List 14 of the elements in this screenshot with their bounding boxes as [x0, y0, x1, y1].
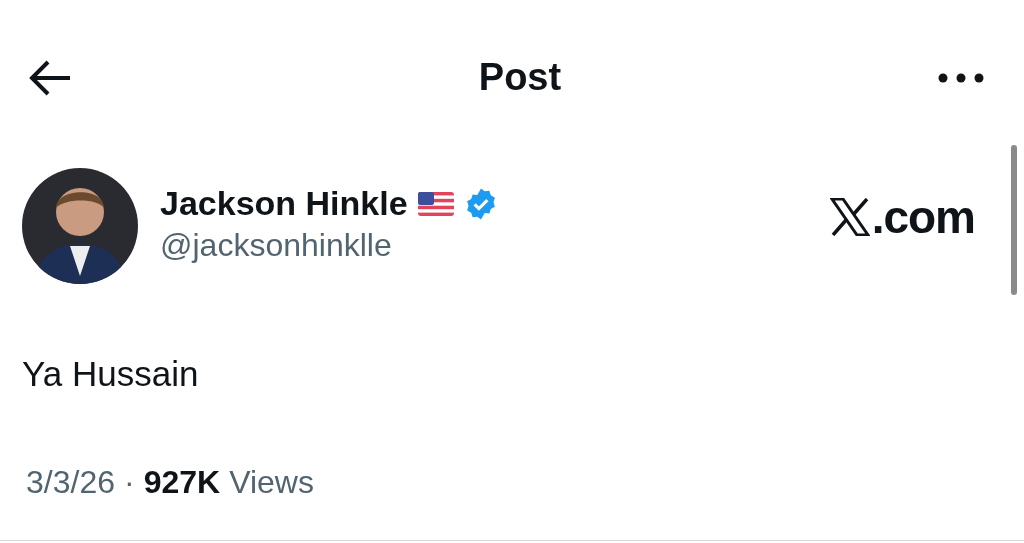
post-date: 3/3/26 — [26, 464, 115, 501]
separator-dot: · — [123, 464, 135, 501]
view-count: 927K — [143, 464, 221, 501]
back-arrow-icon[interactable] — [28, 59, 72, 96]
page-title: Post — [478, 56, 562, 99]
author-name[interactable]: Jackson Hinkle — [160, 184, 408, 223]
x-logo-icon — [829, 198, 870, 236]
author-handle[interactable]: @jacksonhinklle — [160, 227, 830, 264]
views-label: Views — [229, 464, 314, 501]
more-icon[interactable] — [938, 72, 984, 83]
post-text: Ya Hussain — [21, 353, 200, 394]
flag-icon — [417, 191, 454, 216]
site-domain: .com — [871, 190, 975, 244]
scrollbar[interactable] — [1011, 145, 1017, 295]
